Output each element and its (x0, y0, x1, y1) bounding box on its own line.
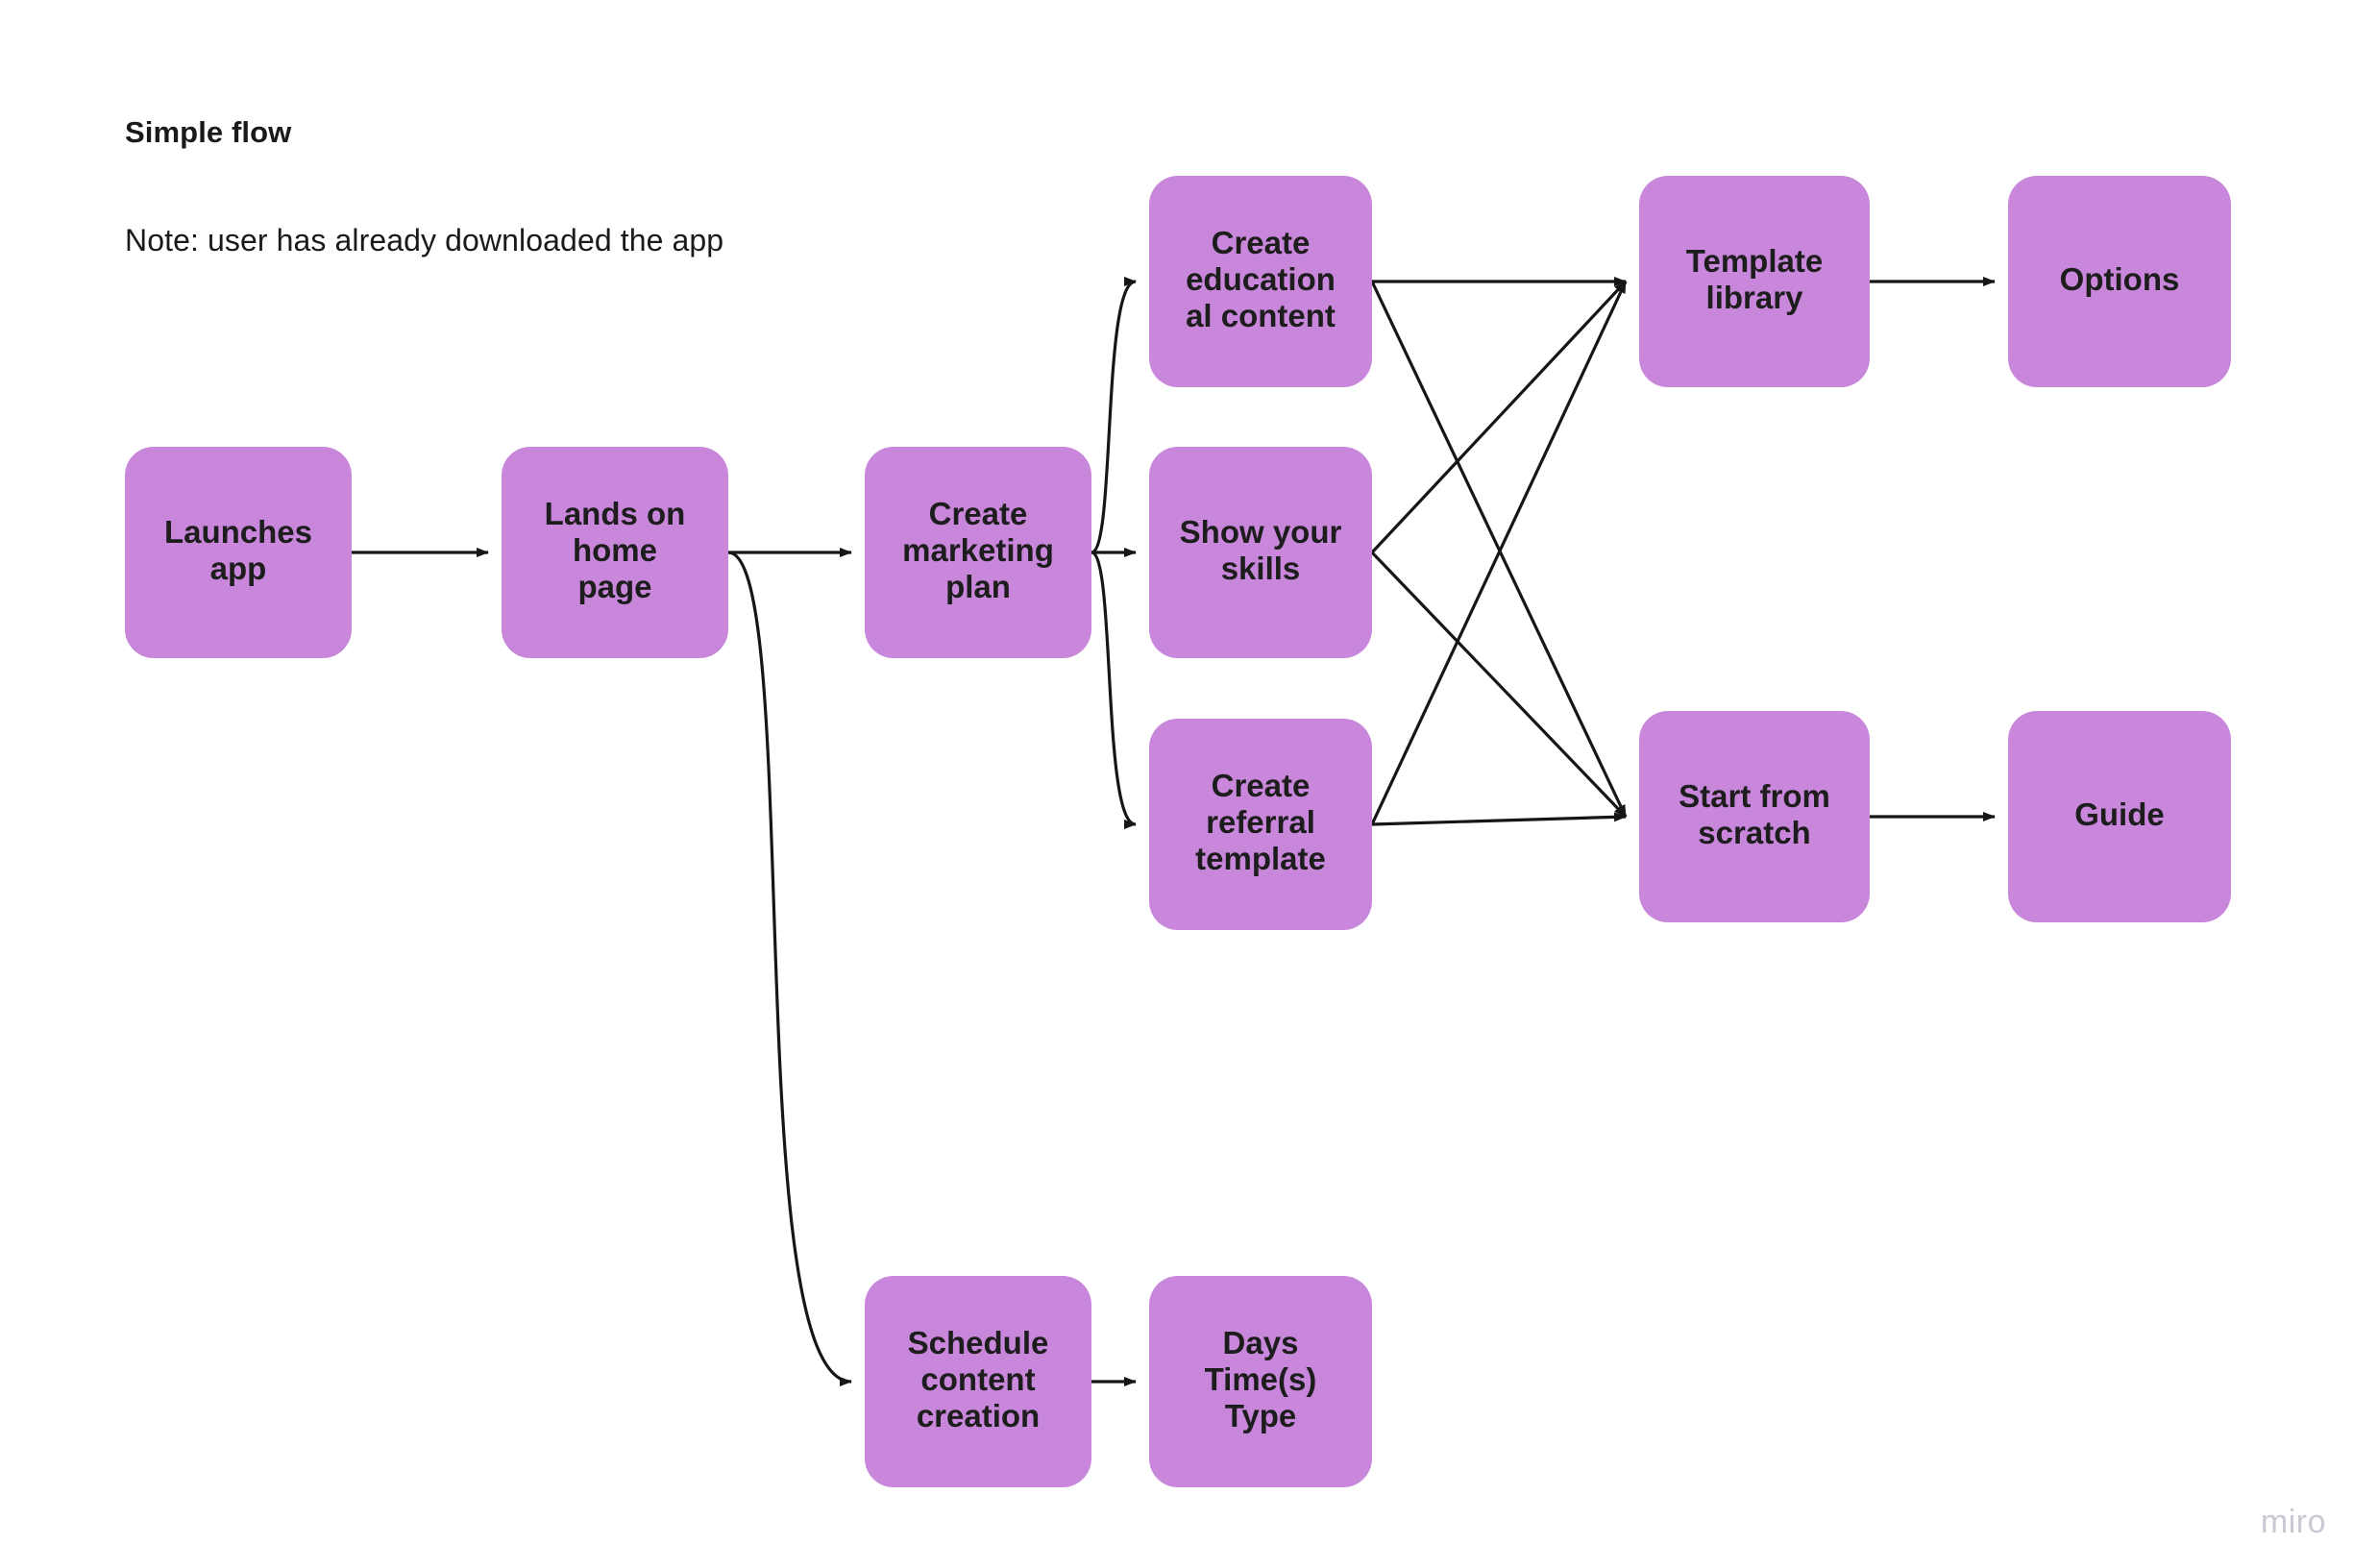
node-label: Options (2060, 261, 2180, 297)
miro-watermark: miro (2260, 1504, 2326, 1540)
node-label: Template library (1686, 243, 1823, 315)
diagram-canvas: Simple flow Note: user has already downl… (0, 0, 2353, 1568)
node-label: Guide (2074, 796, 2165, 832)
node-create-marketing-plan[interactable]: Create marketing plan (865, 447, 1091, 658)
node-layer: Launches app Lands on home page Create marketi… (125, 176, 2231, 1487)
node-schedule-content-creation[interactable]: Schedule content creation (865, 1276, 1091, 1487)
node-options[interactable]: Options (2008, 176, 2231, 387)
flow-diagram: Launches app Lands on home page Create marketi… (125, 176, 2231, 1487)
node-show-your-skills[interactable]: Show your skills (1149, 447, 1372, 658)
edge-create-referral-template-to-start-from-scratch (1371, 812, 1627, 826)
node-create-referral-template[interactable]: Create referral template (1149, 719, 1372, 930)
node-label: Schedule content creation (908, 1325, 1049, 1433)
edge-lands-home-page-to-schedule-content-creation (727, 551, 852, 1386)
node-create-educational-content[interactable]: Create education al content (1149, 176, 1372, 387)
node-start-from-scratch[interactable]: Start from scratch (1639, 711, 1870, 922)
node-days-times-type[interactable]: Days Time(s) Type (1149, 1276, 1372, 1487)
node-label: Start from scratch (1679, 778, 1830, 850)
edge-show-your-skills-to-template-library (1370, 280, 1628, 554)
edge-show-your-skills-to-start-from-scratch (1370, 551, 1628, 819)
edge-create-marketing-plan-to-create-educational-content (1091, 277, 1137, 554)
node-lands-home-page[interactable]: Lands on home page (502, 447, 728, 658)
node-launches-app[interactable]: Launches app (125, 447, 352, 658)
node-label: Create referral template (1195, 768, 1326, 876)
node-template-library[interactable]: Template library (1639, 176, 1870, 387)
node-guide[interactable]: Guide (2008, 711, 2231, 922)
edge-create-marketing-plan-to-create-referral-template (1091, 551, 1137, 829)
